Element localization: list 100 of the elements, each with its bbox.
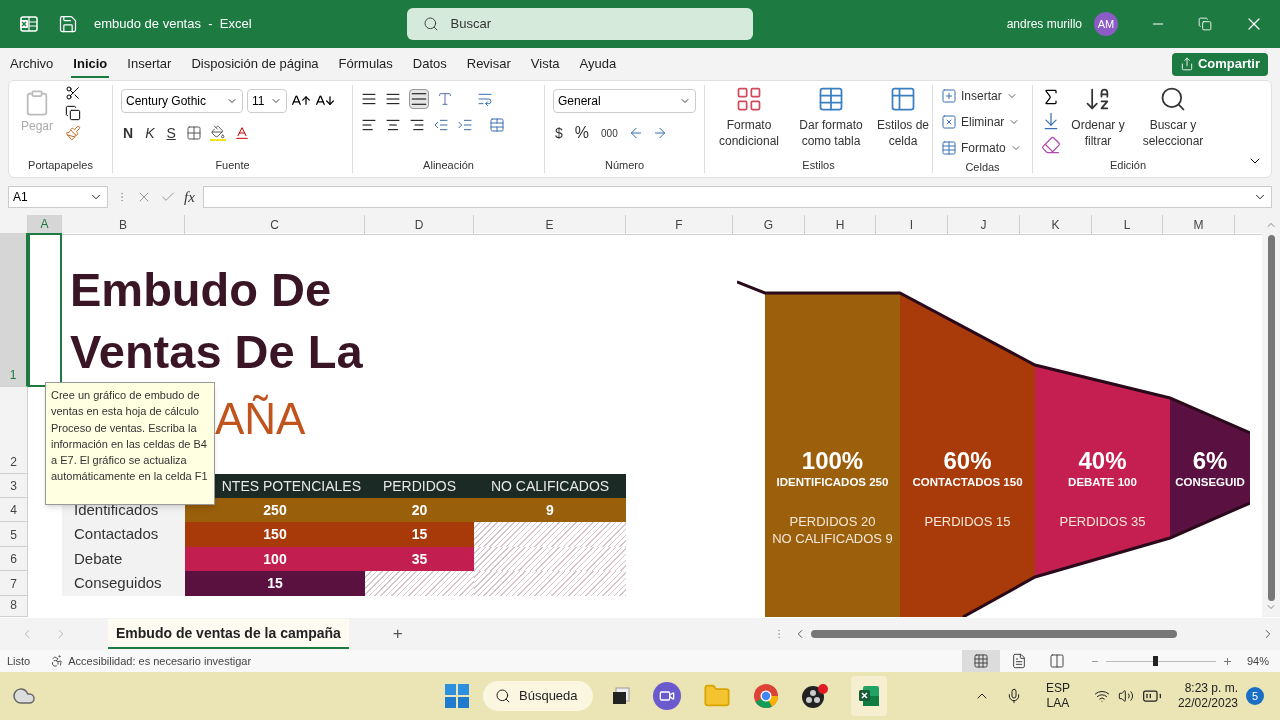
ribbon-tab[interactable]: Insertar [125,50,174,78]
ribbon-tab[interactable]: Archivo [8,50,56,78]
column-header[interactable]: C [185,215,365,235]
fill-color-icon[interactable] [209,125,226,141]
language-indicator[interactable]: ESP [1045,681,1070,696]
merge-icon[interactable] [489,117,505,133]
formula-input[interactable] [202,186,1272,208]
align-bottom-icon[interactable] [409,89,429,109]
column-header[interactable]: L [1092,215,1163,235]
start-icon[interactable] [445,684,469,708]
user-avatar[interactable]: AM [1094,12,1118,36]
view-button[interactable] [961,650,1000,672]
column-header[interactable]: I [876,215,948,235]
underline-button[interactable]: S [164,121,178,145]
zoom-thumb[interactable] [1153,655,1159,666]
browser-icon[interactable] [753,683,779,709]
format-painter-icon[interactable] [65,125,82,141]
bold-button[interactable]: N [121,121,136,145]
row-header[interactable]: 1 [0,233,28,387]
accessibility-icon[interactable] [50,654,65,668]
align-right-icon[interactable] [409,117,425,133]
row-header[interactable]: 5 [0,522,28,547]
restore-icon[interactable] [1198,17,1212,31]
editing-button[interactable]: Buscar y seleccionar [1135,85,1211,157]
currency-button[interactable]: $ [553,121,565,145]
row-header[interactable]: 8 [0,596,28,617]
video-chat-icon[interactable] [653,682,681,710]
font-color-icon[interactable] [233,125,250,141]
sheet-tab[interactable]: Embudo de ventas de la campaña [108,619,349,649]
font-size-field[interactable]: 11 [247,89,287,113]
align-left-icon[interactable] [361,117,377,133]
row-header[interactable]: 3 [0,474,28,498]
horizontal-scrollbar[interactable] [810,630,1177,638]
ribbon-tab[interactable]: Ayuda [577,50,619,78]
row-header[interactable]: 2 [0,387,28,474]
column-header[interactable]: E [474,215,626,235]
editing-button[interactable]: Ordenar y filtrar [1069,85,1127,157]
column-header[interactable]: G [733,215,805,235]
volume-icon[interactable] [1117,688,1134,704]
language-indicator[interactable]: LAA [1046,696,1070,711]
share-button[interactable]: Compartir [1171,52,1268,76]
wifi-icon[interactable] [1093,688,1110,704]
cells-button[interactable]: Formato [941,137,1024,159]
cells-button[interactable]: Insertar [941,85,1024,107]
orientation-icon[interactable] [437,91,453,107]
column-header[interactable]: B [62,215,185,235]
ribbon-tab[interactable]: Disposición de página [189,50,321,78]
zoom-in-icon[interactable] [1223,657,1231,665]
row-header[interactable]: 6 [0,547,28,571]
styles-button[interactable]: Estilos de celda [873,85,933,157]
column-header[interactable]: D [365,215,474,235]
wrap-text-icon[interactable] [477,91,493,107]
eraser-icon[interactable] [1041,135,1061,155]
font-name-field[interactable]: Century Gothic [121,89,243,113]
task-view-icon[interactable] [611,686,631,706]
row-header[interactable]: 7 [0,571,28,596]
cells-button[interactable]: Eliminar [941,111,1024,133]
search-field[interactable]: Buscar [406,8,753,40]
percent-button[interactable]: % [572,121,592,145]
column-header[interactable]: K [1020,215,1092,235]
excel-taskbar-button[interactable] [851,676,887,716]
indent-decrease-icon[interactable] [433,117,449,133]
clock-date[interactable]: 22/02/2023 [1177,696,1238,711]
excel-icon[interactable] [20,15,38,33]
number-format-field[interactable]: General [553,89,696,113]
add-sheet-button[interactable]: + [392,621,403,647]
name-box[interactable]: A1 [8,186,108,208]
column-header[interactable]: J [948,215,1020,235]
table-cell: 15 [185,571,365,596]
column-header[interactable]: A [28,215,62,235]
cut-icon[interactable] [65,85,82,101]
column-header[interactable]: F [626,215,733,235]
ribbon-tab[interactable]: Fórmulas [336,50,395,78]
scrollbar-thumb[interactable] [1267,235,1275,601]
taskbar-search[interactable]: Búsqueda [483,681,593,711]
ribbon-tab[interactable]: Vista [528,50,562,78]
styles-button[interactable]: Formato condicional [709,85,789,157]
insert-function-button[interactable]: fx [184,185,195,209]
copy-icon[interactable] [65,105,82,121]
zoom-level[interactable]: 94% [1246,652,1269,670]
row-header[interactable]: 4 [0,498,28,522]
search-icon [1159,85,1187,113]
save-icon[interactable] [58,14,78,34]
notification-badge[interactable]: 5 [1246,687,1264,705]
ribbon-tab[interactable]: Revisar [464,50,513,78]
align-middle-icon[interactable] [385,91,401,107]
column-header[interactable]: H [805,215,876,235]
borders-icon[interactable] [185,125,202,141]
recorder-icon[interactable] [801,683,829,709]
clock-time[interactable]: 8:23 p. m. [1184,681,1238,696]
ribbon-tab[interactable]: Datos [410,50,449,78]
align-center-icon[interactable] [385,117,401,133]
column-header[interactable]: M [1163,215,1235,235]
styles-button[interactable]: Dar formato como tabla [793,85,869,157]
align-top-icon[interactable] [361,91,377,107]
thousands-button[interactable]: 000 [599,121,620,145]
accessibility-status[interactable]: Accesibilidad: es necesario investigar [68,652,252,670]
indent-increase-icon[interactable] [457,117,473,133]
ribbon-tab[interactable]: Inicio [71,50,110,78]
italic-button[interactable]: K [143,121,157,145]
